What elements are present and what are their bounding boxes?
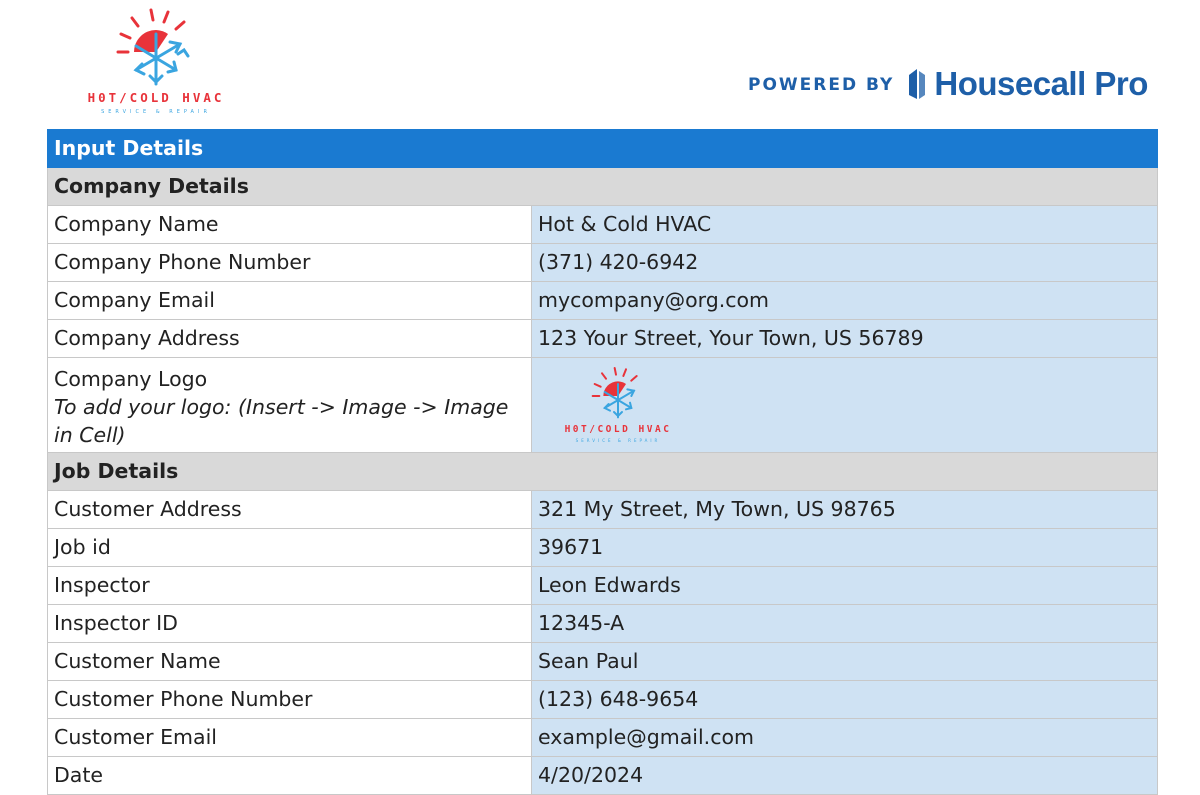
field-value[interactable]: (371) 420-6942 — [531, 243, 1158, 282]
company-logo: H0T/COLD HVAC SERVICE & REPAIR — [56, 4, 256, 122]
housecall-pro-icon — [909, 69, 926, 99]
table-row: Company Email mycompany@org.com — [47, 281, 1158, 320]
field-value[interactable]: Hot & Cold HVAC — [531, 205, 1158, 244]
field-value[interactable]: 4/20/2024 — [531, 756, 1158, 795]
field-value[interactable]: 123 Your Street, Your Town, US 56789 — [531, 319, 1158, 358]
field-label[interactable]: Inspector ID — [47, 604, 532, 643]
sun-snowflake-logo-icon — [591, 367, 638, 419]
field-label[interactable]: Company Email — [47, 281, 532, 320]
housecall-pro-brand: Housecall Pro — [934, 65, 1148, 102]
cell-logo-name: H0T/COLD HVAC — [564, 424, 672, 435]
table-row: Inspector ID 12345-A — [47, 604, 1158, 643]
section-header-job: Job Details — [47, 452, 1158, 491]
table-row: Customer Email example@gmail.com — [47, 718, 1158, 757]
table-row: Customer Address 321 My Street, My Town,… — [47, 490, 1158, 529]
logo-image-cell[interactable]: H0T/COLD HVAC SERVICE & REPAIR — [531, 357, 1158, 453]
field-value[interactable]: 39671 — [531, 528, 1158, 567]
field-value[interactable]: Leon Edwards — [531, 566, 1158, 605]
sun-snowflake-logo-icon — [116, 8, 190, 86]
table-title-row: Input Details — [47, 129, 1158, 168]
table-row: Company Name Hot & Cold HVAC — [47, 205, 1158, 244]
field-value[interactable]: 12345-A — [531, 604, 1158, 643]
field-value[interactable]: Sean Paul — [531, 642, 1158, 681]
field-label[interactable]: Customer Address — [47, 490, 532, 529]
logo-field-hint: To add your logo: (Insert -> Image -> Im… — [54, 394, 509, 447]
logo-field-label-cell[interactable]: Company Logo To add your logo: (Insert -… — [47, 357, 532, 453]
field-label[interactable]: Company Name — [47, 205, 532, 244]
field-label[interactable]: Inspector — [47, 566, 532, 605]
table-row: Company Phone Number (371) 420-6942 — [47, 243, 1158, 282]
section-heading[interactable]: Company Details — [47, 167, 1158, 206]
input-details-table: Input Details Company Details Company Na… — [47, 129, 1158, 795]
table-row: Job id 39671 — [47, 528, 1158, 567]
section-header-company: Company Details — [47, 167, 1158, 206]
powered-by-banner: POWERED BY Housecall Pro — [748, 62, 1148, 106]
field-label[interactable]: Customer Email — [47, 718, 532, 757]
section-heading[interactable]: Job Details — [47, 452, 1158, 491]
field-label[interactable]: Date — [47, 756, 532, 795]
field-label[interactable]: Customer Name — [47, 642, 532, 681]
logo-field-label: Company Logo — [54, 366, 208, 391]
company-logo-row: Company Logo To add your logo: (Insert -… — [47, 357, 1158, 453]
field-value[interactable]: mycompany@org.com — [531, 281, 1158, 320]
field-label[interactable]: Customer Phone Number — [47, 680, 532, 719]
field-value[interactable]: (123) 648-9654 — [531, 680, 1158, 719]
company-logo-name: H0T/COLD HVAC — [87, 90, 225, 105]
table-row: Company Address 123 Your Street, Your To… — [47, 319, 1158, 358]
field-label[interactable]: Job id — [47, 528, 532, 567]
cell-logo-tagline: SERVICE & REPAIR — [575, 438, 661, 443]
field-value[interactable]: example@gmail.com — [531, 718, 1158, 757]
table-title[interactable]: Input Details — [47, 129, 1158, 168]
powered-by-prefix: POWERED BY — [748, 75, 895, 95]
table-row: Inspector Leon Edwards — [47, 566, 1158, 605]
table-row: Customer Phone Number (123) 648-9654 — [47, 680, 1158, 719]
company-logo-tagline: SERVICE & REPAIR — [101, 109, 211, 115]
table-row: Customer Name Sean Paul — [47, 642, 1158, 681]
field-label[interactable]: Company Address — [47, 319, 532, 358]
cell-company-logo: H0T/COLD HVAC SERVICE & REPAIR — [538, 359, 1151, 452]
field-label[interactable]: Company Phone Number — [47, 243, 532, 282]
table-row: Date 4/20/2024 — [47, 756, 1158, 795]
field-value[interactable]: 321 My Street, My Town, US 98765 — [531, 490, 1158, 529]
